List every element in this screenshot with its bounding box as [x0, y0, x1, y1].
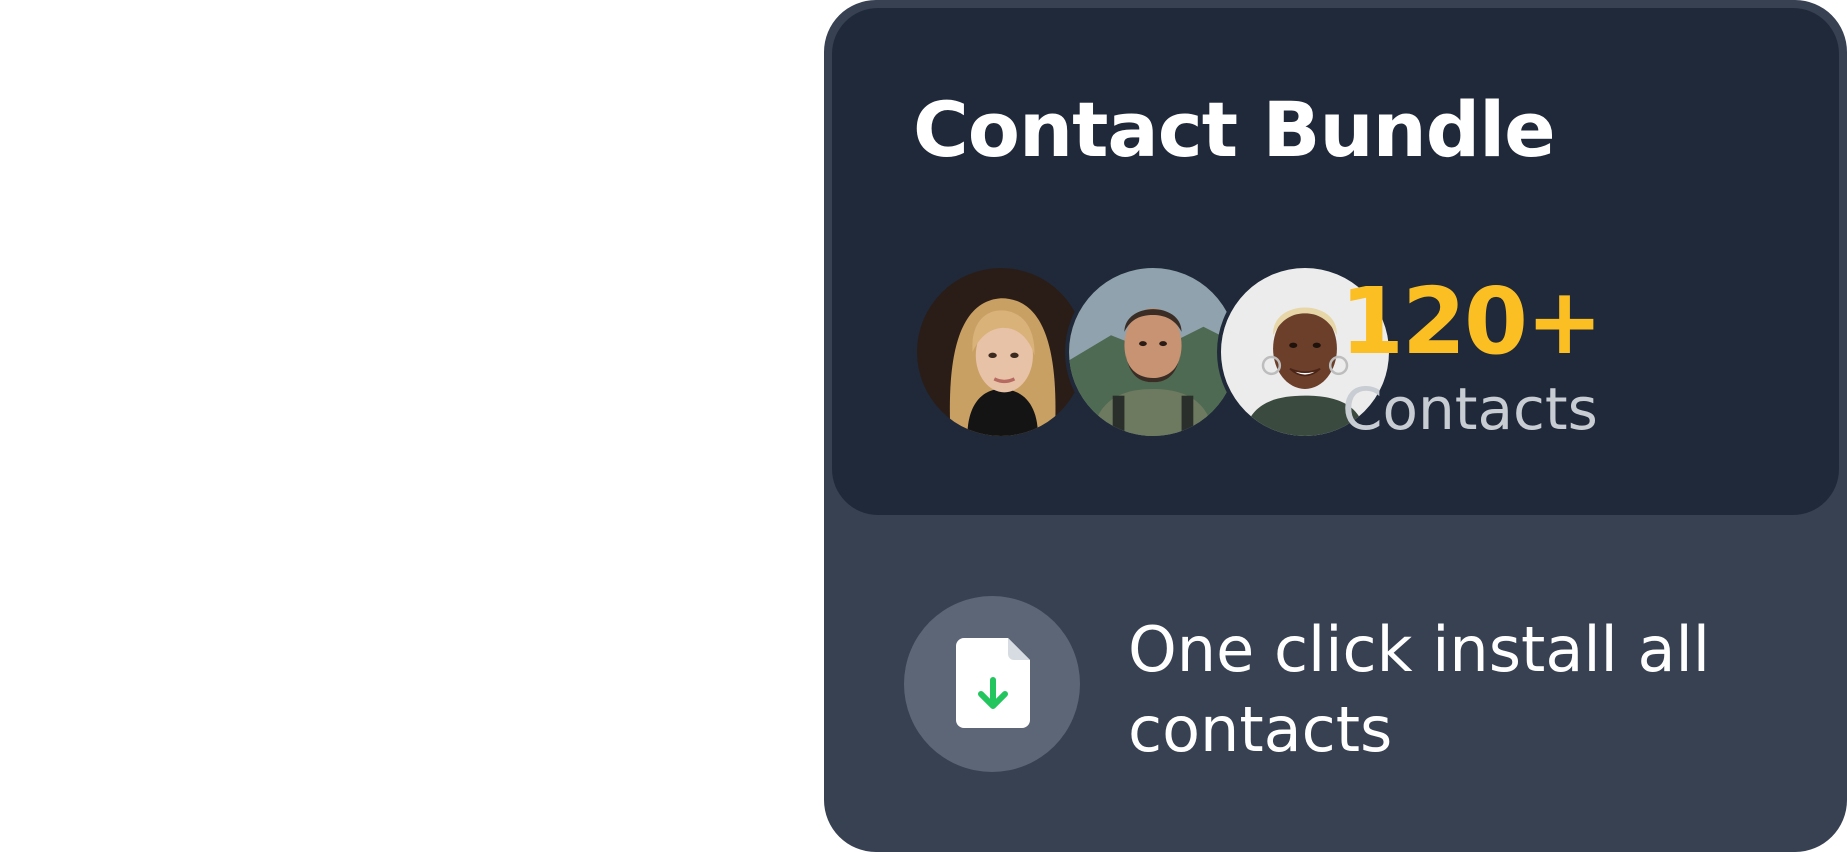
- avatar-group: [913, 264, 1413, 444]
- contact-bundle-card[interactable]: Contact Bundle 120+ Contacts One click i…: [824, 0, 1847, 852]
- bundle-header-panel: Contact Bundle 120+ Contacts: [832, 8, 1839, 515]
- avatar-woman-blonde-image: [917, 268, 1085, 436]
- contact-count-label: Contacts: [1342, 375, 1598, 443]
- file-download-icon: [956, 638, 1030, 728]
- avatar: [1065, 264, 1241, 440]
- avatar: [913, 264, 1089, 440]
- contact-count: 120+: [1340, 268, 1603, 375]
- avatar-man-beard-image: [1069, 268, 1237, 436]
- bundle-title: Contact Bundle: [913, 85, 1556, 174]
- install-description: One click install all contacts: [1128, 613, 1710, 766]
- install-button[interactable]: [904, 596, 1080, 772]
